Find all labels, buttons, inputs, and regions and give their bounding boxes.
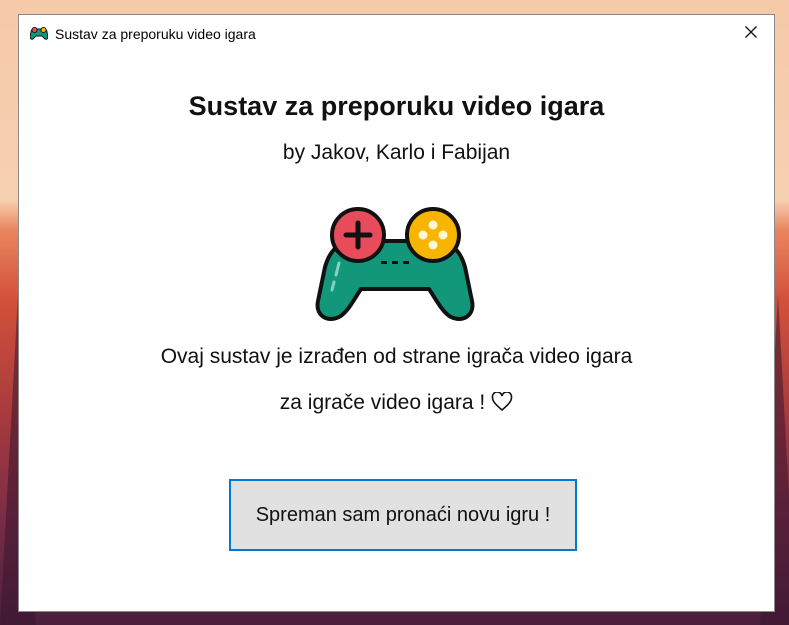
find-new-game-button[interactable]: Spreman sam pronaći novu igru ! xyxy=(229,479,577,551)
page-title: Sustav za preporuku video igara xyxy=(188,91,605,121)
close-button[interactable] xyxy=(728,15,774,53)
description-line-1: Ovaj sustav je izrađen od strane igrača … xyxy=(160,345,633,368)
description-line-2: za igrače video igara ! xyxy=(279,391,486,414)
window-title: Sustav za preporuku video igara xyxy=(55,26,256,42)
title-bar: Sustav za preporuku video igara xyxy=(19,15,774,53)
description-line-2-wrap: za igrače video igara ! xyxy=(19,391,774,418)
app-window: Sustav za preporuku video igara Sustav z… xyxy=(18,14,775,612)
heart-outline-icon xyxy=(491,391,513,418)
gamepad-icon xyxy=(29,26,49,40)
authors-label: by Jakov, Karlo i Fabijan xyxy=(282,141,511,164)
close-icon xyxy=(745,25,757,43)
game-controller-icon xyxy=(315,205,475,323)
